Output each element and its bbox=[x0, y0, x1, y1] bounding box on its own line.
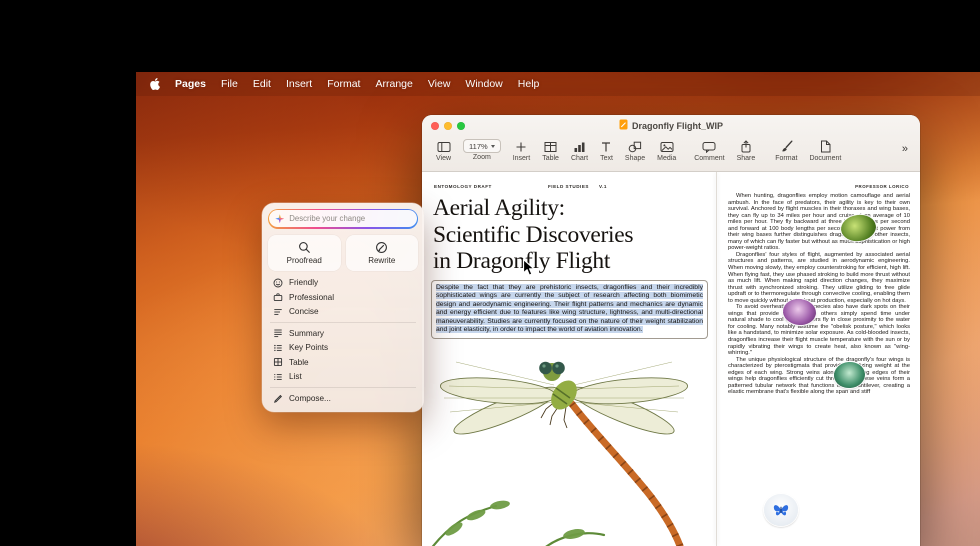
pages-window: Dragonfly Flight_WIP View 117% Zoom bbox=[422, 115, 920, 546]
close-button[interactable] bbox=[431, 122, 439, 130]
text-icon bbox=[600, 139, 612, 154]
view-icon bbox=[437, 139, 451, 154]
table-icon bbox=[544, 139, 557, 154]
zoom-window-button[interactable] bbox=[457, 122, 465, 130]
apple-intelligence-sparkle-icon bbox=[275, 214, 284, 223]
format-brush-icon bbox=[780, 139, 793, 154]
document-canvas[interactable]: ENTOMOLOGY DRAFT FIELD STUDIES V.1 Aeria… bbox=[422, 172, 920, 546]
zoom-dropdown[interactable]: 117% bbox=[463, 139, 501, 153]
writing-tools-selection-outline[interactable]: Despite the fact that they are prehistor… bbox=[431, 280, 708, 339]
apple-intelligence-input-ring: Describe your change bbox=[268, 209, 418, 229]
right-page-header[interactable]: PROFESSOR LORICO bbox=[855, 184, 909, 189]
minimize-button[interactable] bbox=[444, 122, 452, 130]
toolbar-comment-button[interactable]: Comment bbox=[694, 139, 724, 162]
menu-item-list[interactable]: List bbox=[268, 370, 418, 385]
toolbar-share-button[interactable]: Share bbox=[737, 139, 756, 162]
menu-help[interactable]: Help bbox=[518, 78, 540, 90]
left-page-header-right[interactable]: V.1 bbox=[599, 184, 607, 189]
menu-insert[interactable]: Insert bbox=[286, 78, 312, 90]
menu-file[interactable]: File bbox=[221, 78, 238, 90]
proofread-button[interactable]: Proofread bbox=[268, 235, 341, 271]
toolbar-shape-button[interactable]: Shape bbox=[625, 139, 645, 162]
desktop: Pages File Edit Insert Format Arrange Vi… bbox=[136, 72, 980, 546]
shape-icon bbox=[628, 139, 642, 154]
menu-app-pages[interactable]: Pages bbox=[175, 78, 206, 90]
menu-edit[interactable]: Edit bbox=[253, 78, 271, 90]
menu-window[interactable]: Window bbox=[465, 78, 502, 90]
butterfly-icon bbox=[770, 501, 792, 519]
bullet-list-icon bbox=[272, 343, 283, 353]
document-icon bbox=[820, 139, 831, 154]
window-chrome: Dragonfly Flight_WIP View 117% Zoom bbox=[422, 115, 920, 172]
menu-arrange[interactable]: Arrange bbox=[375, 78, 412, 90]
toolbar-overflow-button[interactable]: » bbox=[898, 143, 912, 155]
menu-item-professional[interactable]: Professional bbox=[268, 290, 418, 305]
menu-divider bbox=[270, 322, 416, 323]
media-icon bbox=[660, 139, 674, 154]
toolbar-text-button[interactable]: Text bbox=[600, 139, 613, 162]
menu-divider bbox=[270, 387, 416, 388]
describe-change-input[interactable]: Describe your change bbox=[269, 210, 416, 227]
right-page-text[interactable]: When hunting, dragonflies employ motion … bbox=[728, 193, 910, 396]
proofread-magnifier-icon bbox=[298, 241, 311, 254]
left-page-header-center[interactable]: FIELD STUDIES bbox=[548, 184, 589, 189]
left-page-header-left[interactable]: ENTOMOLOGY DRAFT bbox=[434, 184, 492, 189]
toolbar-insert-button[interactable]: Insert bbox=[513, 139, 531, 162]
paragraph[interactable]: Dragonflies' four styles of flight, augm… bbox=[728, 252, 910, 304]
toolbar-view-button[interactable]: View bbox=[436, 139, 451, 162]
chevron-down-icon bbox=[491, 145, 495, 148]
menu-item-table[interactable]: Table bbox=[268, 355, 418, 370]
writing-tools-menu: Friendly Professional Concise Summary bbox=[268, 276, 418, 406]
dragonfly-illustration[interactable] bbox=[424, 338, 714, 546]
briefcase-icon bbox=[272, 292, 283, 302]
table-grid-icon bbox=[272, 357, 283, 367]
summary-lines-icon bbox=[272, 328, 283, 338]
insert-icon bbox=[515, 139, 527, 154]
toolbar-chart-button[interactable]: Chart bbox=[571, 139, 588, 162]
toolbar-zoom-control[interactable]: 117% Zoom bbox=[463, 139, 501, 161]
menu-item-compose[interactable]: Compose... bbox=[268, 391, 418, 406]
writing-tools-popup: Describe your change Proofread Rewrite F… bbox=[262, 203, 424, 412]
smiley-icon bbox=[272, 278, 283, 288]
menu-view[interactable]: View bbox=[428, 78, 451, 90]
toolbar: View 117% Zoom Insert bbox=[422, 136, 920, 171]
menu-bar: Pages File Edit Insert Format Arrange Vi… bbox=[136, 72, 980, 96]
mouse-cursor bbox=[522, 258, 535, 277]
input-placeholder: Describe your change bbox=[289, 214, 365, 223]
compose-pencil-icon bbox=[272, 393, 283, 403]
screenshot-frame: Pages File Edit Insert Format Arrange Vi… bbox=[0, 0, 980, 546]
paragraph[interactable]: To avoid overheating, some species also … bbox=[728, 304, 910, 356]
zoom-value: 117% bbox=[469, 142, 488, 151]
pages-document-icon bbox=[619, 119, 628, 132]
right-page[interactable]: PROFESSOR LORICO When hunting, dragonfli… bbox=[728, 184, 910, 546]
concise-lines-icon bbox=[272, 307, 283, 317]
toolbar-format-button[interactable]: Format bbox=[775, 139, 797, 162]
toolbar-document-button[interactable]: Document bbox=[809, 139, 841, 162]
menu-item-key-points[interactable]: Key Points bbox=[268, 341, 418, 356]
menu-item-friendly[interactable]: Friendly bbox=[268, 276, 418, 291]
toolbar-media-button[interactable]: Media bbox=[657, 139, 676, 162]
traffic-lights bbox=[431, 122, 465, 130]
chart-icon bbox=[573, 139, 586, 154]
toolbar-table-button[interactable]: Table bbox=[542, 139, 559, 162]
page-divider bbox=[716, 172, 717, 546]
comment-icon bbox=[702, 139, 716, 154]
writing-tools-actions: Proofread Rewrite bbox=[268, 235, 418, 271]
menu-format[interactable]: Format bbox=[327, 78, 360, 90]
window-title: Dragonfly Flight_WIP bbox=[632, 121, 723, 131]
menu-item-concise[interactable]: Concise bbox=[268, 305, 418, 320]
menu-item-summary[interactable]: Summary bbox=[268, 326, 418, 341]
butterfly-photo-blue[interactable] bbox=[764, 494, 798, 526]
apple-menu-icon[interactable] bbox=[150, 78, 160, 90]
paragraph[interactable]: When hunting, dragonflies employ motion … bbox=[728, 193, 910, 252]
list-icon bbox=[272, 372, 283, 382]
selected-paragraph[interactable]: Despite the fact that they are prehistor… bbox=[436, 284, 703, 335]
paragraph[interactable]: The unique physiological structure of th… bbox=[728, 357, 910, 396]
rewrite-pencil-icon bbox=[375, 241, 388, 254]
rewrite-button[interactable]: Rewrite bbox=[346, 235, 419, 271]
window-title-area: Dragonfly Flight_WIP bbox=[502, 119, 840, 132]
share-icon bbox=[740, 139, 752, 154]
